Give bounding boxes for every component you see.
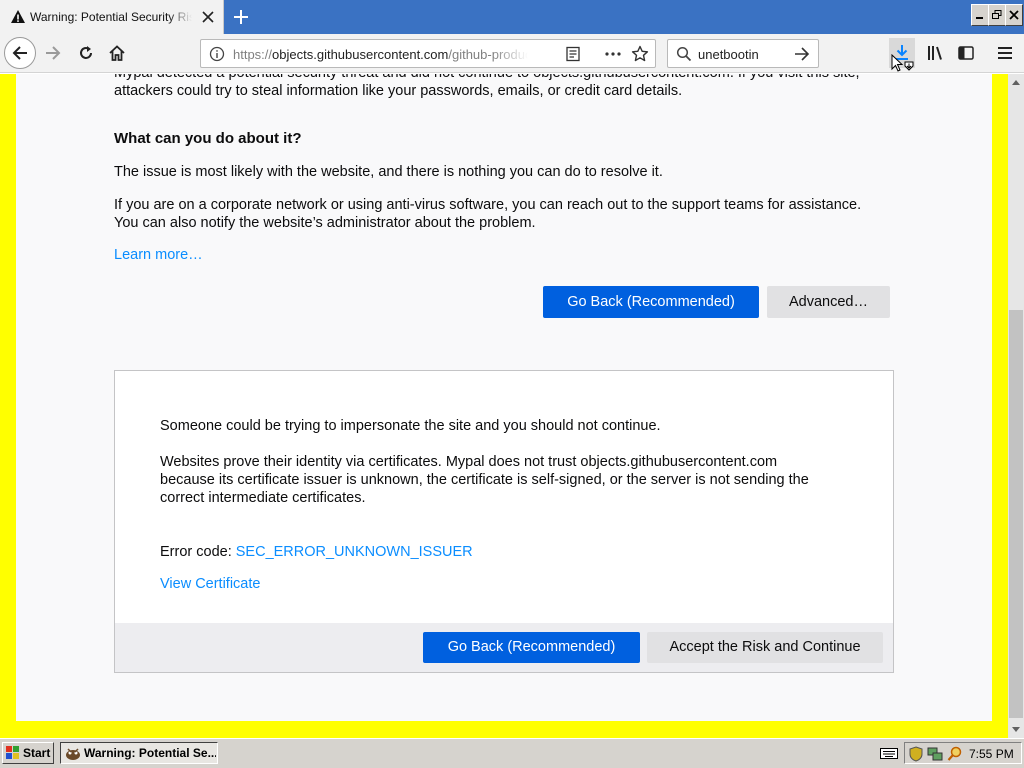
scroll-down-arrow-icon bbox=[1012, 727, 1020, 732]
view-certificate-link[interactable]: View Certificate bbox=[160, 576, 260, 592]
reload-icon bbox=[80, 46, 92, 59]
reload-button[interactable] bbox=[71, 38, 101, 68]
url-path: /github-production-release-asset bbox=[448, 47, 528, 62]
what-can-you-do-heading: What can you do about it? bbox=[114, 130, 302, 147]
corporate-text-line-2: You can also notify the website’s admini… bbox=[114, 215, 536, 231]
intro-text-line-1: Mypal detected a potential security thre… bbox=[114, 74, 860, 82]
clock: 7:55 PM bbox=[969, 747, 1014, 761]
menu-button[interactable] bbox=[990, 38, 1020, 68]
back-button[interactable] bbox=[4, 37, 36, 69]
search-bar[interactable]: unetbootin bbox=[667, 39, 819, 68]
taskbar-window-title: Warning: Potential Se... bbox=[84, 746, 216, 760]
forward-button[interactable] bbox=[38, 38, 68, 68]
taskbar: Start Warning: Potential Se... 7:55 PM bbox=[0, 738, 1024, 768]
sidebar-icon bbox=[958, 46, 974, 60]
scroll-up-button[interactable] bbox=[1008, 74, 1024, 90]
network-icon[interactable] bbox=[927, 746, 943, 762]
library-icon bbox=[928, 46, 942, 60]
search-icon bbox=[676, 46, 692, 62]
minimize-icon bbox=[976, 17, 983, 19]
error-code-label: Error code: bbox=[160, 544, 236, 560]
warning-icon bbox=[11, 10, 25, 23]
sidebar-button[interactable] bbox=[951, 38, 981, 68]
url-scheme: https:// bbox=[233, 47, 273, 62]
intro-text-line-2: attackers could try to steal information… bbox=[114, 83, 683, 99]
bookmark-star-icon[interactable] bbox=[631, 45, 649, 63]
tab-strip: Warning: Potential Security Risk Ahead bbox=[0, 0, 1024, 34]
new-tab-icon[interactable] bbox=[229, 5, 253, 29]
hamburger-menu-icon bbox=[998, 47, 1012, 59]
learn-more-link[interactable]: Learn more… bbox=[114, 247, 203, 263]
advanced-panel-footer: Go Back (Recommended) Accept the Risk an… bbox=[115, 623, 893, 672]
search-go-arrow-icon[interactable] bbox=[794, 46, 810, 62]
certificate-text-line-3: correct intermediate certificates. bbox=[160, 490, 366, 506]
minimize-button[interactable] bbox=[971, 4, 989, 26]
page-viewport: Mypal detected a potential security thre… bbox=[0, 74, 1008, 738]
vertical-scrollbar[interactable] bbox=[1008, 74, 1024, 738]
accept-risk-button[interactable]: Accept the Risk and Continue bbox=[647, 632, 883, 663]
url-host: objects.githubusercontent.com bbox=[272, 47, 449, 62]
tab-title: Warning: Potential Security Risk Ahead bbox=[30, 10, 192, 24]
error-code-line: Error code: SEC_ERROR_UNKNOWN_ISSUER bbox=[160, 543, 473, 561]
url-bar[interactable]: https://objects.githubusercontent.com/gi… bbox=[200, 39, 656, 68]
issue-text: The issue is most likely with the websit… bbox=[114, 164, 663, 180]
system-tray: 7:55 PM bbox=[904, 742, 1022, 764]
info-icon[interactable] bbox=[209, 46, 225, 62]
start-label: Start bbox=[23, 746, 51, 760]
navigation-toolbar: https://objects.githubusercontent.com/gi… bbox=[0, 34, 1024, 73]
keyboard-icon[interactable] bbox=[880, 746, 898, 760]
scroll-up-arrow-icon bbox=[1012, 80, 1020, 85]
windows-logo-icon bbox=[6, 746, 19, 759]
impersonate-text: Someone could be trying to impersonate t… bbox=[160, 418, 661, 434]
scrollbar-thumb[interactable] bbox=[1009, 310, 1023, 718]
advanced-button[interactable]: Advanced… bbox=[767, 286, 890, 318]
go-back-button[interactable]: Go Back (Recommended) bbox=[543, 286, 759, 318]
close-icon bbox=[1009, 10, 1019, 20]
certificate-text-line-2: because its certificate issuer is unknow… bbox=[160, 472, 809, 488]
security-shield-icon[interactable] bbox=[909, 746, 923, 762]
forward-arrow-icon bbox=[46, 46, 61, 60]
certificate-text-line-1: Websites prove their identity via certif… bbox=[160, 454, 778, 470]
home-icon bbox=[109, 45, 125, 61]
tab-security-warning[interactable]: Warning: Potential Security Risk Ahead bbox=[0, 0, 224, 34]
restore-button[interactable] bbox=[988, 4, 1006, 26]
mouse-cursor-icon bbox=[891, 54, 914, 72]
restore-icon bbox=[992, 10, 1002, 19]
corporate-text-line-1: If you are on a corporate network or usi… bbox=[114, 197, 862, 213]
taskbar-browser-window[interactable]: Warning: Potential Se... bbox=[60, 742, 218, 764]
url-text[interactable]: https://objects.githubusercontent.com/gi… bbox=[233, 47, 528, 62]
library-button[interactable] bbox=[920, 38, 950, 68]
page-actions-icon[interactable] bbox=[604, 46, 622, 62]
advanced-panel: Someone could be trying to impersonate t… bbox=[114, 370, 894, 673]
magnifier-tray-icon[interactable] bbox=[947, 746, 963, 762]
scroll-down-button[interactable] bbox=[1008, 722, 1024, 738]
search-input[interactable]: unetbootin bbox=[698, 47, 759, 62]
back-arrow-icon bbox=[12, 46, 27, 60]
start-button[interactable]: Start bbox=[2, 742, 54, 764]
go-back-button-secondary[interactable]: Go Back (Recommended) bbox=[423, 632, 640, 663]
reader-view-icon[interactable] bbox=[565, 46, 581, 62]
mypal-browser-icon bbox=[66, 748, 80, 760]
close-window-button[interactable] bbox=[1005, 4, 1023, 26]
close-tab-icon[interactable] bbox=[200, 9, 216, 25]
error-code-link[interactable]: SEC_ERROR_UNKNOWN_ISSUER bbox=[236, 544, 473, 560]
home-button[interactable] bbox=[102, 38, 132, 68]
certificate-error-page: Mypal detected a potential security thre… bbox=[16, 74, 992, 721]
